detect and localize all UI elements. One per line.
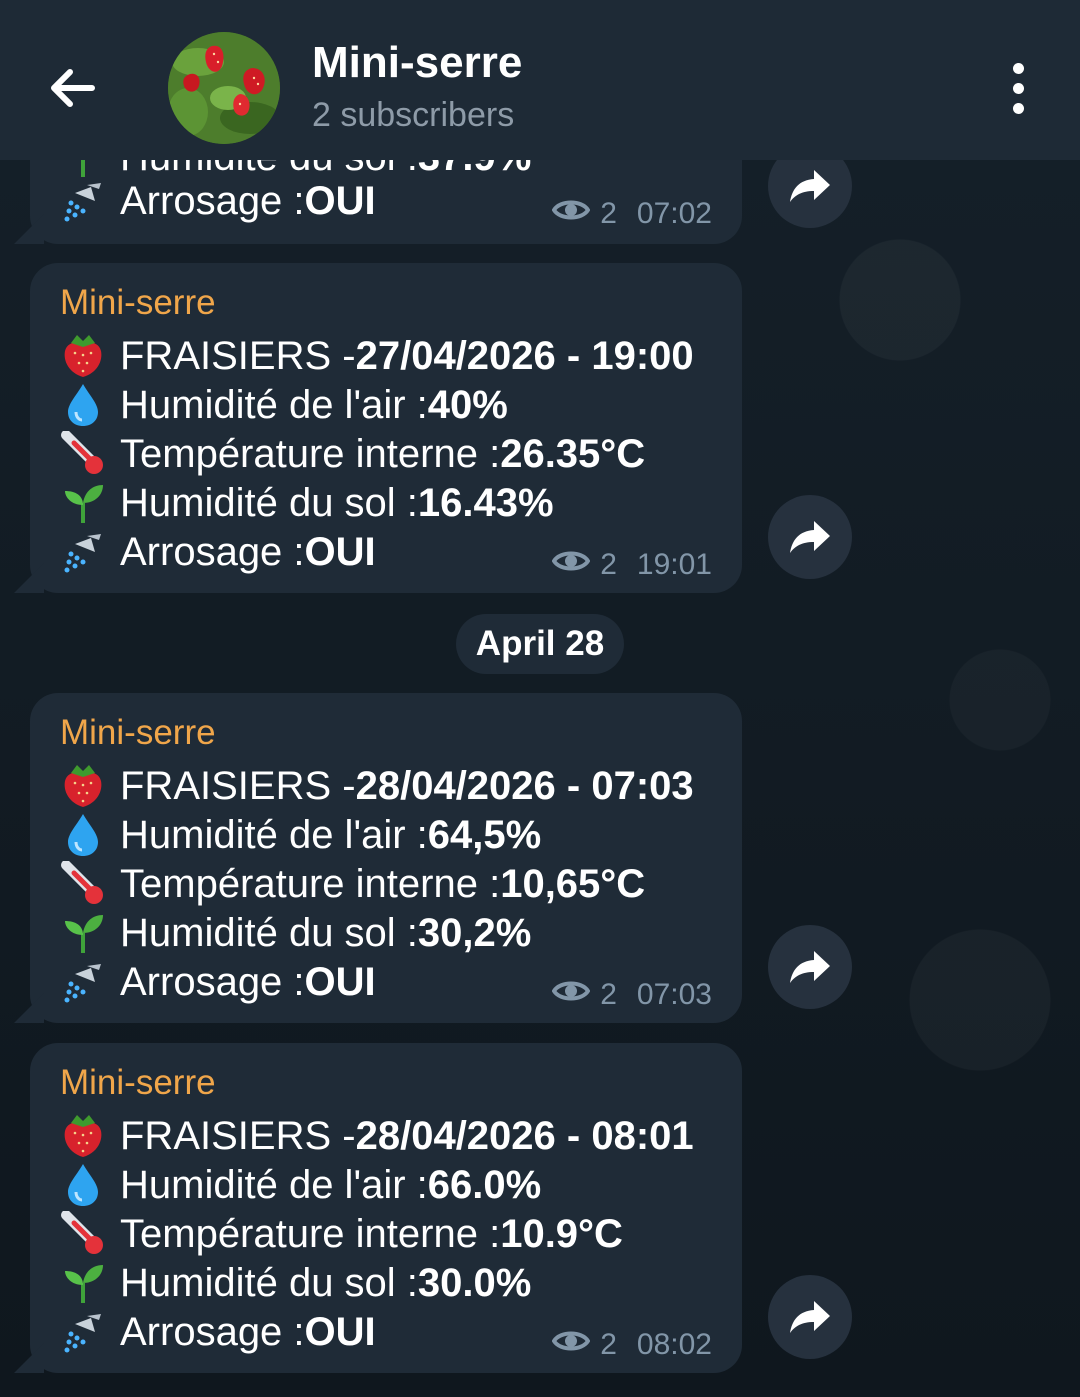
message-title-line: FRAISIERS - 28/04/2026 - 07:03 bbox=[58, 761, 748, 811]
message-temp-line: Température interne : 26.35°C bbox=[58, 429, 748, 479]
message-sender[interactable]: Mini-serre bbox=[60, 283, 216, 323]
subscriber-count: 2 subscribers bbox=[312, 96, 515, 134]
message-bubble[interactable]: Mini-serre FRAISIERS - 27/04/2026 - 19:0… bbox=[14, 263, 742, 593]
back-button[interactable] bbox=[36, 52, 108, 124]
share-button[interactable] bbox=[768, 495, 852, 579]
share-button[interactable] bbox=[768, 1275, 852, 1359]
message-bubble[interactable]: Mini-serre FRAISIERS - 28/04/2026 - 08:0… bbox=[14, 1043, 742, 1373]
message-soil-line: Humidité du sol : 30.0% bbox=[58, 1258, 748, 1308]
channel-avatar[interactable] bbox=[168, 32, 280, 144]
share-arrow-icon bbox=[790, 951, 830, 983]
view-count: 2 bbox=[600, 197, 617, 230]
message-title-line: FRAISIERS - 27/04/2026 - 19:00 bbox=[58, 331, 748, 381]
droplet-icon bbox=[58, 1160, 108, 1210]
strawberry-icon bbox=[58, 1111, 108, 1161]
view-count: 2 bbox=[600, 1328, 617, 1361]
message-soil-line: Humidité du sol : 16.43% bbox=[58, 478, 748, 528]
view-count: 2 bbox=[600, 978, 617, 1011]
share-arrow-icon bbox=[790, 521, 830, 553]
message-air-line: Humidité de l'air : 66.0% bbox=[58, 1160, 748, 1210]
date-separator: April 28 bbox=[456, 614, 624, 674]
message-sender[interactable]: Mini-serre bbox=[60, 713, 216, 753]
shower-icon bbox=[58, 527, 108, 577]
message-sender[interactable]: Mini-serre bbox=[60, 1063, 216, 1103]
eye-icon bbox=[551, 1328, 591, 1362]
message-time: 07:03 bbox=[636, 978, 712, 1011]
message-meta: 2 07:03 bbox=[551, 975, 712, 1015]
message-temp-line: Température interne : 10.9°C bbox=[58, 1209, 748, 1259]
message-time: 19:01 bbox=[636, 548, 712, 581]
seedling-icon bbox=[58, 478, 108, 528]
eye-icon bbox=[551, 548, 591, 582]
seedling-icon bbox=[58, 908, 108, 958]
strawberry-plant-avatar bbox=[168, 32, 280, 144]
shower-icon bbox=[58, 1307, 108, 1357]
strawberry-icon bbox=[58, 331, 108, 381]
thermometer-icon bbox=[58, 859, 108, 909]
eye-icon bbox=[551, 197, 591, 231]
message-air-line: Humidité de l'air : 64,5% bbox=[58, 810, 748, 860]
message-meta: 2 08:02 bbox=[551, 1325, 712, 1365]
message-air-line: Humidité de l'air : 40% bbox=[58, 380, 748, 430]
message-meta: 2 19:01 bbox=[551, 545, 712, 585]
message-soil-line: Humidité du sol : 30,2% bbox=[58, 908, 748, 958]
droplet-icon bbox=[58, 810, 108, 860]
strawberry-icon bbox=[58, 761, 108, 811]
shower-icon bbox=[58, 176, 108, 226]
channel-header: Mini-serre 2 subscribers bbox=[0, 0, 1080, 160]
message-time: 08:02 bbox=[636, 1328, 712, 1361]
message-title-line: FRAISIERS - 28/04/2026 - 08:01 bbox=[58, 1111, 748, 1161]
thermometer-icon bbox=[58, 429, 108, 479]
more-vertical-icon bbox=[1012, 62, 1024, 74]
share-arrow-icon bbox=[790, 170, 830, 202]
view-count: 2 bbox=[600, 548, 617, 581]
eye-icon bbox=[551, 978, 591, 1012]
message-bubble[interactable]: Mini-serre FRAISIERS - 28/04/2026 - 07:0… bbox=[14, 693, 742, 1023]
message-time: 07:02 bbox=[636, 197, 712, 230]
more-menu-button[interactable] bbox=[990, 56, 1046, 120]
message-temp-line: Température interne : 10,65°C bbox=[58, 859, 748, 909]
share-arrow-icon bbox=[790, 1301, 830, 1333]
shower-icon bbox=[58, 957, 108, 1007]
share-button[interactable] bbox=[768, 925, 852, 1009]
channel-title[interactable]: Mini-serre bbox=[312, 38, 522, 88]
thermometer-icon bbox=[58, 1209, 108, 1259]
message-meta: 2 07:02 bbox=[551, 194, 712, 234]
arrow-left-icon bbox=[51, 69, 95, 107]
seedling-icon bbox=[58, 1258, 108, 1308]
droplet-icon bbox=[58, 380, 108, 430]
